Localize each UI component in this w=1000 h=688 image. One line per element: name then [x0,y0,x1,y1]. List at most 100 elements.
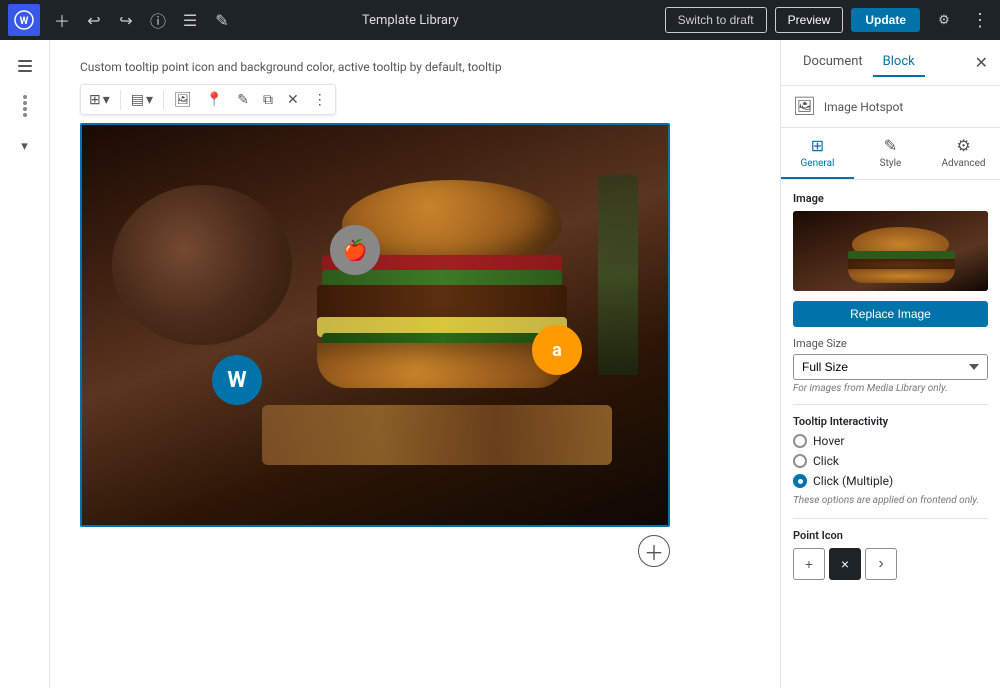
sidebar-arrow-btn[interactable]: ▾ [7,128,43,164]
panel-sub-tabs: ⊞ General ✎ Style ⚙ Advanced [781,128,1000,180]
general-subtab-icon: ⊞ [811,136,824,155]
left-sidebar: ▾ [0,40,50,688]
toolbar-edit-btn[interactable]: ✎ [231,87,255,112]
wp-logo-icon: W [14,10,34,30]
more-options-icon[interactable]: ⋮ [968,4,992,36]
toolbar-image-btn[interactable]: 🖼 [168,87,198,112]
image-size-hint: For images from Media Library only. [793,383,988,394]
panel-tabs: Document Block [793,48,925,77]
radio-click-multiple-item[interactable]: Click (Multiple) [793,474,988,488]
advanced-subtab-icon: ⚙ [956,136,970,155]
icon-chevron-btn[interactable]: › [865,548,897,580]
image-thumbnail[interactable] [793,211,988,291]
replace-image-button[interactable]: Replace Image [793,301,988,327]
image-section-label: Image [793,192,988,205]
pencil-icon: ✎ [237,91,249,108]
update-button[interactable]: Update [851,8,920,32]
main-layout: ▾ Custom tooltip point icon and backgrou… [0,40,1000,688]
icon-plus-btn[interactable]: + [793,548,825,580]
document-tab[interactable]: Document [793,48,873,77]
preview-button[interactable]: Preview [775,7,844,33]
toolbar-dropdown-arrow: ▾ [103,91,110,108]
sidebar-toggle-btn[interactable] [7,48,43,84]
radio-hover-item[interactable]: Hover [793,434,988,448]
advanced-subtab-label: Advanced [941,158,985,169]
block-type-icon: ⊞ [89,91,101,108]
radio-click-multiple-label: Click (Multiple) [813,474,893,488]
bun-bottom [317,343,567,388]
block-tab[interactable]: Block [873,48,925,77]
redo-icon[interactable]: ↪ [112,6,140,34]
general-subtab[interactable]: ⊞ General [781,128,854,179]
right-panel: Document Block ✕ 🖼 Image Hotspot ⊞ Gener… [780,40,1000,688]
toolbar-divider-2 [163,90,164,110]
bowl-bg [112,185,292,345]
radio-hover-label: Hover [813,434,844,448]
sidebar-dots-btn[interactable] [7,88,43,124]
duplicate-icon: ⧉ [263,91,273,108]
chevron-down-icon: › [878,555,883,573]
block-toolbar: ⊞ ▾ ▤ ▾ 🖼 📍 ✎ ⧉ ✕ [80,84,336,115]
toolbar-more-btn[interactable]: ⋮ [307,87,333,112]
top-bar: W ＋ ↩ ↪ ⓘ ☰ ✎ Template Library Switch to… [0,0,1000,40]
block-description: Custom tooltip point icon and background… [80,60,750,74]
patty-layer [317,285,567,320]
style-subtab-icon: ✎ [884,136,897,155]
style-subtab[interactable]: ✎ Style [854,128,927,179]
toolbar-divider-1 [120,90,121,110]
point-icon-label: Point Icon [793,529,988,542]
wooden-board [262,405,612,465]
radio-click-label: Click [813,454,839,468]
bottle [598,175,638,375]
divider-2 [793,518,988,519]
radio-click-item[interactable]: Click [793,454,988,468]
point-icon-section: Point Icon + × › [793,529,988,580]
image-block[interactable]: W 🍎 a [80,123,670,527]
toolbar-pin-btn[interactable]: 📍 [200,87,229,112]
add-block-topbar-icon[interactable]: ＋ [48,6,76,34]
point-icon-buttons: + × › [793,548,988,580]
image-section: Image [793,192,988,291]
settings-icon[interactable]: ⚙ [928,4,960,36]
add-block-button[interactable]: ＋ [638,535,670,567]
tooltip-interactivity-label: Tooltip Interactivity [793,415,988,428]
radio-click-multiple-circle [793,474,807,488]
toolbar-duplicate-btn[interactable]: ⧉ [257,87,279,112]
switch-draft-button[interactable]: Switch to draft [665,7,767,33]
pin-icon: 📍 [206,91,223,108]
align-dropdown-arrow: ▾ [146,91,153,108]
sidebar-toggle-icon [16,57,34,75]
interactivity-hint: These options are applied on frontend on… [793,494,988,508]
apple-hotspot-icon: 🍎 [343,238,368,262]
more-icon: ⋮ [313,91,327,108]
panel-body: Image Replace Image Image Size Full Size… [781,180,1000,688]
delete-icon: ✕ [287,91,299,108]
amazon-hotspot-icon: a [552,340,562,361]
radio-hover-circle [793,434,807,448]
toolbar-block-type-btn[interactable]: ⊞ ▾ [83,87,116,112]
tooltip-interactivity-section: Tooltip Interactivity Hover Click Click … [793,415,988,508]
radio-group: Hover Click Click (Multiple) [793,434,988,488]
icon-cross-btn[interactable]: × [829,548,861,580]
general-subtab-label: General [800,158,834,169]
hotspot-block-icon: 🖼 [793,96,816,117]
image-size-select[interactable]: Full Size Large Medium Thumbnail [793,354,988,380]
panel-block-header: 🖼 Image Hotspot [781,86,1000,128]
toolbar-align-btn[interactable]: ▤ ▾ [125,87,159,112]
hotspot-amazon[interactable]: a [532,325,582,375]
hotspot-apple[interactable]: 🍎 [330,225,380,275]
style-subtab-label: Style [880,158,902,169]
burger-image: W 🍎 a [82,125,668,525]
hotspot-wp[interactable]: W [212,355,262,405]
svg-text:W: W [20,16,29,27]
undo-icon[interactable]: ↩ [80,6,108,34]
image-size-field: Image Size Full Size Large Medium Thumbn… [793,337,988,394]
radio-click-circle [793,454,807,468]
top-bar-right: Switch to draft Preview Update ⚙ ⋮ [665,4,992,36]
image-size-label: Image Size [793,337,988,350]
panel-close-icon[interactable]: ✕ [975,53,988,72]
align-icon: ▤ [131,91,144,108]
panel-header: Document Block ✕ [781,40,1000,86]
toolbar-delete-btn[interactable]: ✕ [281,87,305,112]
advanced-subtab[interactable]: ⚙ Advanced [927,128,1000,179]
